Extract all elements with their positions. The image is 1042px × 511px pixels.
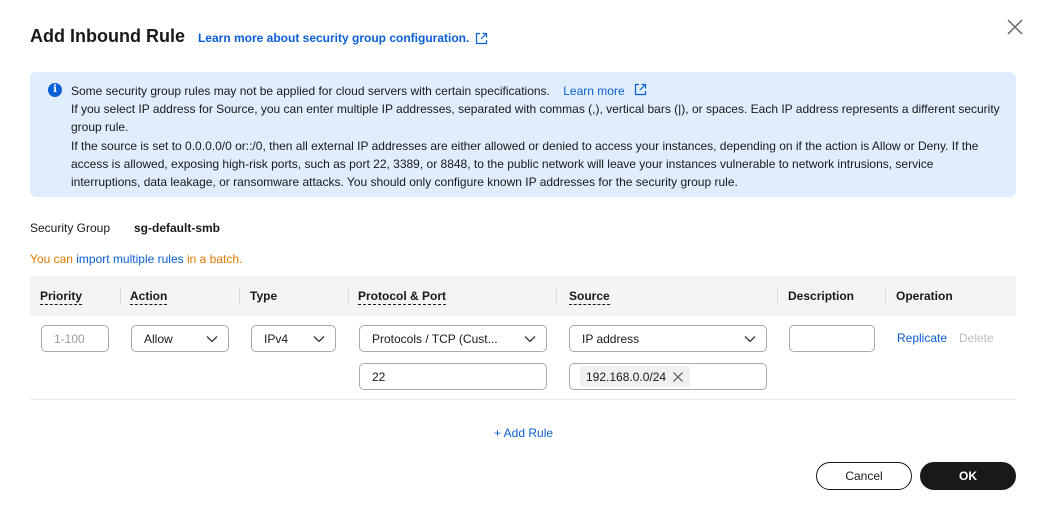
batch-import-hint: You can import multiple rules in a batch… xyxy=(30,252,242,266)
learn-more-label: Learn more xyxy=(563,84,625,98)
security-group-row: Security Group sg-default-smb xyxy=(30,221,220,235)
import-multiple-rules-link[interactable]: import multiple rules xyxy=(76,252,183,266)
port-input[interactable]: 22 xyxy=(359,363,547,390)
info-alert: i Some security group rules may not be a… xyxy=(30,72,1016,197)
type-select[interactable]: IPv4 xyxy=(251,325,336,352)
chevron-down-icon xyxy=(524,336,536,343)
column-separator xyxy=(120,288,121,304)
alert-line-1-text: Some security group rules may not be app… xyxy=(71,84,550,98)
row-divider xyxy=(30,399,1016,400)
alert-line-2: If you select IP address for Source, you… xyxy=(71,102,1000,135)
source-type-select[interactable]: IP address xyxy=(569,325,767,352)
source-ip-tag: 192.168.0.0/24 xyxy=(580,366,691,387)
chevron-down-icon xyxy=(744,336,756,343)
source-ip-tag-label: 192.168.0.0/24 xyxy=(586,369,667,384)
protocol-select[interactable]: Protocols / TCP (Cust... xyxy=(359,325,547,352)
column-type: Type xyxy=(250,289,278,303)
delete-button[interactable]: Delete xyxy=(959,331,994,345)
priority-input[interactable]: 1-100 xyxy=(41,325,109,352)
source-type-value: IP address xyxy=(582,331,640,346)
type-value: IPv4 xyxy=(264,331,289,346)
external-link-icon xyxy=(634,83,647,96)
info-icon: i xyxy=(48,83,62,97)
action-select[interactable]: Allow xyxy=(131,325,229,352)
column-separator xyxy=(556,288,557,304)
chevron-down-icon xyxy=(206,336,218,343)
batch-suffix: in a batch. xyxy=(183,252,243,266)
security-group-config-link[interactable]: Learn more about security group configur… xyxy=(198,31,488,45)
remove-tag-icon[interactable] xyxy=(672,371,684,383)
security-group-value: sg-default-smb xyxy=(134,221,221,235)
column-priority: Priority xyxy=(40,289,83,305)
security-group-label: Security Group xyxy=(30,221,111,235)
column-separator xyxy=(885,288,886,304)
column-action: Action xyxy=(130,289,168,305)
rules-table-header: Priority Action Type Protocol & Port Sou… xyxy=(30,276,1016,316)
column-operation: Operation xyxy=(896,289,953,303)
add-rule-button[interactable]: + Add Rule xyxy=(494,426,553,440)
add-inbound-rule-dialog: Add Inbound Rule Learn more about securi… xyxy=(0,0,1042,511)
column-source: Source xyxy=(569,289,610,305)
alert-line-1: Some security group rules may not be app… xyxy=(71,82,1004,100)
close-icon[interactable] xyxy=(1006,18,1024,36)
replicate-button[interactable]: Replicate xyxy=(897,331,947,345)
security-group-config-link-label: Learn more about security group configur… xyxy=(197,31,470,45)
column-separator xyxy=(239,288,240,304)
column-separator xyxy=(777,288,778,304)
chevron-down-icon xyxy=(313,336,325,343)
source-ip-input[interactable]: 192.168.0.0/24 xyxy=(569,363,767,390)
ok-button[interactable]: OK xyxy=(920,462,1016,490)
action-value: Allow xyxy=(144,331,173,346)
column-protocol-port: Protocol & Port xyxy=(358,289,447,305)
description-input[interactable] xyxy=(789,325,875,352)
protocol-value: Protocols / TCP (Cust... xyxy=(372,331,498,346)
alert-line-3: If the source is set to 0.0.0.0/0 or::/0… xyxy=(71,138,979,190)
dialog-title: Add Inbound Rule xyxy=(30,26,185,46)
batch-prefix: You can xyxy=(30,252,77,266)
cancel-button[interactable]: Cancel xyxy=(816,462,912,490)
external-link-icon xyxy=(476,32,488,44)
dialog-header: Add Inbound Rule Learn more about securi… xyxy=(30,26,488,47)
learn-more-link[interactable]: Learn more xyxy=(563,83,647,98)
column-description: Description xyxy=(788,289,855,303)
column-separator xyxy=(348,288,349,304)
